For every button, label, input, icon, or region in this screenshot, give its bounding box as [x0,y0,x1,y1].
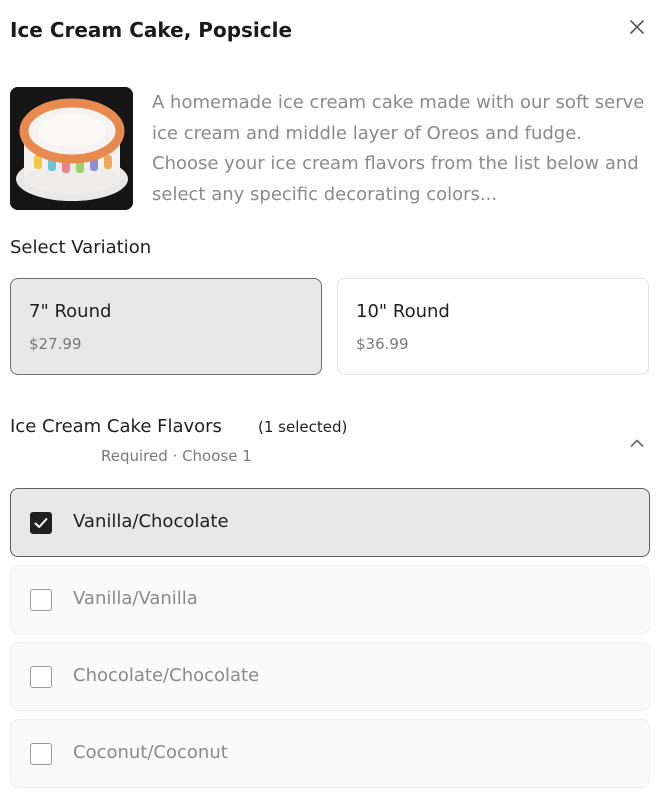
modal-title: Ice Cream Cake, Popsicle [10,18,293,42]
cake-image [10,87,133,210]
variation-price: $27.99 [29,335,82,353]
product-description: A homemade ice cream cake made with our … [152,92,645,205]
flavor-label: Coconut/Coconut [73,742,228,763]
flavor-option-coconut-coconut[interactable]: Coconut/Coconut [10,719,650,788]
variation-label: Select Variation [10,237,152,258]
variation-name: 10" Round [356,301,450,322]
variation-name: 7" Round [29,301,112,322]
variation-7-round[interactable]: 7" Round $27.99 [10,278,322,375]
flavor-label: Vanilla/Vanilla [73,588,198,609]
product-image [10,87,133,210]
collapse-button[interactable] [626,432,648,454]
flavor-option-vanilla-vanilla[interactable]: Vanilla/Vanilla [10,565,650,634]
variation-price: $36.99 [356,335,409,353]
flavor-label: Vanilla/Chocolate [73,511,229,532]
flavor-option-vanilla-chocolate[interactable]: Vanilla/Chocolate [10,488,650,557]
checkbox[interactable] [30,743,52,765]
flavors-title: Ice Cream Cake Flavors [10,416,222,437]
checkbox[interactable] [30,512,52,534]
flavor-option-chocolate-chocolate[interactable]: Chocolate/Chocolate [10,642,650,711]
flavors-header: Ice Cream Cake Flavors (1 selected) Requ… [10,416,650,472]
checkbox[interactable] [30,666,52,688]
checkmark-icon [34,518,48,528]
flavors-selected-count: (1 selected) [258,418,348,436]
chevron-up-icon [630,439,644,447]
checkbox[interactable] [30,589,52,611]
variation-10-round[interactable]: 10" Round $36.99 [337,278,649,375]
close-icon [630,20,644,34]
flavor-label: Chocolate/Chocolate [73,665,260,686]
close-button[interactable] [624,14,650,40]
flavors-requirement: Required · Choose 1 [101,447,252,465]
